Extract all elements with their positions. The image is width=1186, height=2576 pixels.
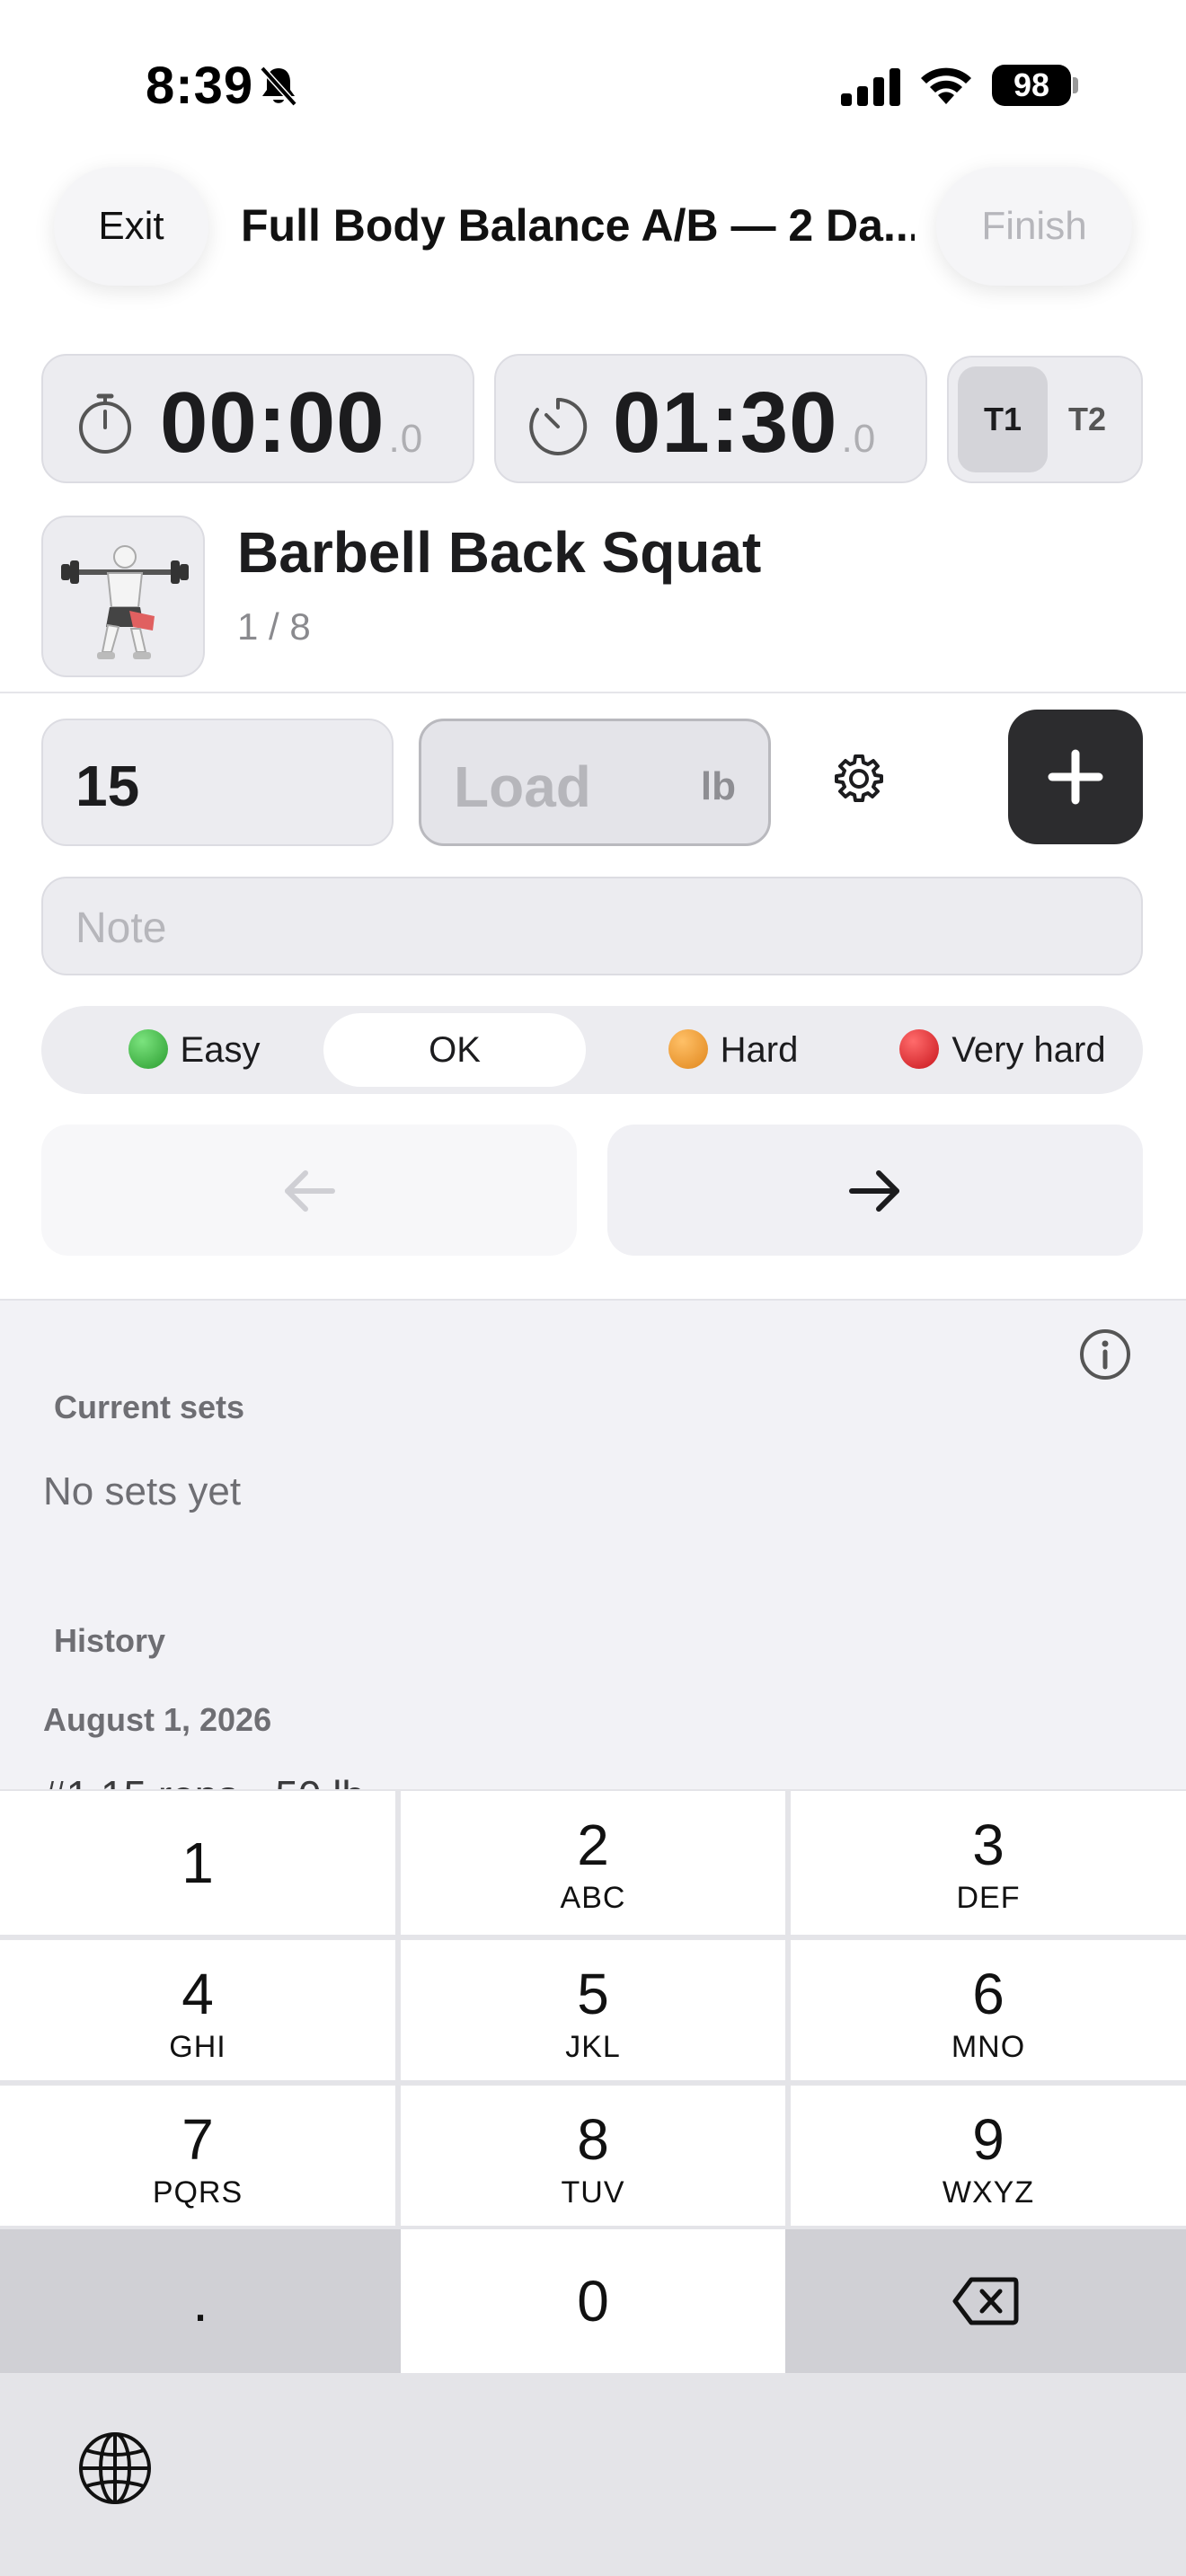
key-0[interactable]: 0 <box>401 2229 785 2373</box>
note-input[interactable]: Note <box>41 877 1143 975</box>
rest-timer[interactable]: 01:30.0 <box>494 354 927 483</box>
key-digit: . <box>192 2269 208 2333</box>
load-placeholder: Load <box>454 754 591 819</box>
key-5[interactable]: 5 JKL <box>401 1940 785 2080</box>
key-digit: 9 <box>972 2107 1005 2172</box>
key-2[interactable]: 2 ABC <box>401 1791 785 1935</box>
note-placeholder: Note <box>75 904 167 952</box>
key-decimal[interactable]: . <box>0 2229 401 2373</box>
orange-circle-icon <box>668 1029 708 1070</box>
difficulty-label: OK <box>429 1030 481 1070</box>
numeric-keypad: 1 2 ABC 3 DEF 4 GHI 5 JKL 6 MNO 7 PQRS 8 TUV 9W… <box>0 1789 1186 2576</box>
history-date: August 1, 2026 <box>43 1701 272 1738</box>
difficulty-hard[interactable]: Hard <box>598 1013 868 1087</box>
countdown-timer-icon <box>529 397 588 455</box>
timer-tab-t2[interactable]: T2 <box>1042 366 1132 472</box>
key-letters: DEF <box>956 1881 1021 1915</box>
gear-icon[interactable] <box>832 751 886 805</box>
difficulty-label: Hard <box>720 1030 799 1070</box>
backspace-icon <box>952 2277 1019 2325</box>
arrow-left-icon <box>285 1170 335 1212</box>
key-9[interactable]: 9 WXYZ <box>791 2086 1186 2226</box>
timer-selector: T1 T2 <box>947 356 1143 483</box>
key-digit: 8 <box>577 2107 609 2172</box>
add-set-button[interactable] <box>1008 710 1143 844</box>
cellular-signal-icon <box>841 68 900 106</box>
status-time: 8:39 <box>146 57 254 115</box>
previous-exercise-button[interactable] <box>41 1125 577 1256</box>
green-circle-icon <box>128 1029 168 1070</box>
status-bar: 8:39 98 <box>0 0 1186 162</box>
key-letters: PQRS <box>152 2175 243 2210</box>
exercise-name: Barbell Back Squat <box>237 520 762 585</box>
key-letters: WXYZ <box>942 2175 1035 2210</box>
exit-button[interactable]: Exit <box>54 167 208 286</box>
elapsed-timer-fraction: .0 <box>388 417 424 461</box>
difficulty-ok[interactable]: OK <box>323 1013 586 1087</box>
key-digit: 3 <box>972 1813 1005 1877</box>
silent-bell-icon <box>260 66 297 107</box>
difficulty-selector: Easy OK Hard Very hard <box>41 1006 1143 1094</box>
key-letters: GHI <box>169 2030 226 2064</box>
key-1[interactable]: 1 <box>0 1791 395 1935</box>
key-6[interactable]: 6 MNO <box>791 1940 1186 2080</box>
finish-button[interactable]: Finish <box>936 167 1132 286</box>
load-unit-label: lb <box>700 764 736 808</box>
key-backspace[interactable] <box>785 2229 1186 2373</box>
divider <box>0 692 1186 693</box>
reps-input[interactable]: 15 <box>41 719 394 846</box>
timer-tab-t1[interactable]: T1 <box>958 366 1048 472</box>
difficulty-very-hard[interactable]: Very hard <box>868 1013 1137 1087</box>
next-exercise-button[interactable] <box>607 1125 1143 1256</box>
battery-indicator: 98 <box>992 65 1071 106</box>
arrow-right-icon <box>849 1170 899 1212</box>
key-digit: 0 <box>577 2269 609 2333</box>
key-digit: 7 <box>181 2107 214 2172</box>
key-letters: JKL <box>565 2030 621 2064</box>
difficulty-easy[interactable]: Easy <box>77 1013 311 1087</box>
plus-icon <box>1048 749 1103 805</box>
workout-title: Full Body Balance A/B — 2 Da... <box>241 200 915 251</box>
rest-timer-value: 01:30 <box>613 375 838 471</box>
key-letters: MNO <box>951 2030 1026 2064</box>
no-sets-text: No sets yet <box>43 1469 242 1513</box>
key-digit: 4 <box>181 1962 214 2026</box>
info-icon[interactable] <box>1078 1328 1132 1381</box>
exercise-thumbnail[interactable] <box>41 516 205 677</box>
key-digit: 5 <box>577 1962 609 2026</box>
red-circle-icon <box>899 1029 940 1070</box>
load-input[interactable]: Load lb <box>419 719 771 846</box>
globe-icon[interactable] <box>77 2430 153 2506</box>
rest-timer-fraction: .0 <box>841 417 877 461</box>
difficulty-label: Very hard <box>951 1030 1106 1070</box>
key-letters: TUV <box>561 2175 625 2210</box>
wifi-icon <box>921 67 971 104</box>
battery-nub <box>1073 77 1078 93</box>
key-digit: 6 <box>972 1962 1005 2026</box>
history-heading: History <box>54 1622 166 1659</box>
key-8[interactable]: 8 TUV <box>401 2086 785 2226</box>
key-7[interactable]: 7 PQRS <box>0 2086 395 2226</box>
elapsed-timer[interactable]: 00:00.0 <box>41 354 474 483</box>
key-letters: ABC <box>560 1881 626 1915</box>
key-3[interactable]: 3 DEF <box>791 1791 1186 1935</box>
reps-value: 15 <box>75 754 140 818</box>
squat-figure-icon <box>61 545 189 659</box>
key-4[interactable]: 4 GHI <box>0 1940 395 2080</box>
current-sets-heading: Current sets <box>54 1389 245 1425</box>
difficulty-label: Easy <box>180 1030 261 1070</box>
key-digit: 1 <box>181 1831 214 1895</box>
stopwatch-icon <box>79 393 131 454</box>
exercise-position: 1 / 8 <box>237 605 311 648</box>
key-digit: 2 <box>577 1813 609 1877</box>
elapsed-timer-value: 00:00 <box>160 375 385 471</box>
